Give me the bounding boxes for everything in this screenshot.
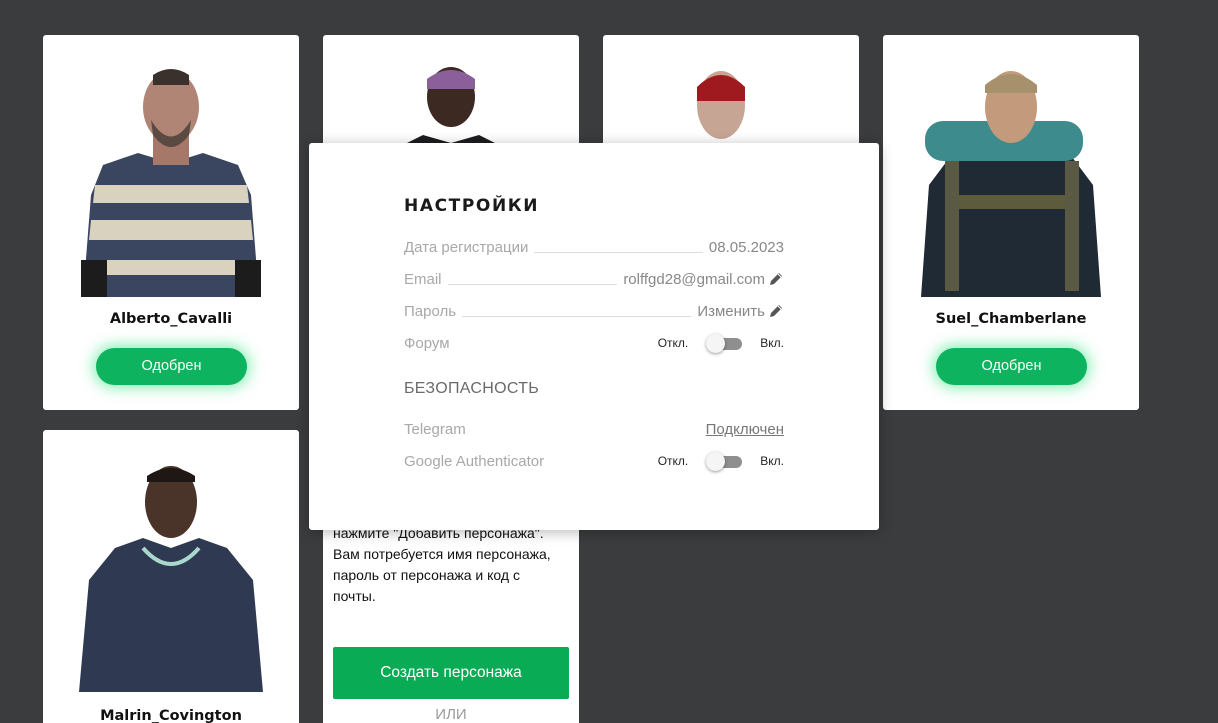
password-label: Пароль (404, 302, 457, 320)
registration-date-value: 08.05.2023 (708, 238, 784, 256)
character-name: Alberto_Cavalli (109, 311, 233, 327)
forum-label: Форум (404, 334, 450, 352)
registration-date-row: Дата регистрации 08.05.2023 (404, 236, 784, 258)
character-portrait (81, 69, 261, 297)
edit-pencil-icon[interactable] (768, 303, 784, 319)
edit-pencil-icon[interactable] (768, 271, 784, 287)
forum-row: Форум Откл. Вкл. (404, 332, 784, 354)
email-label: Email (404, 270, 442, 288)
google-auth-toggle[interactable] (706, 452, 743, 471)
character-card[interactable]: Suel_Chamberlane Одобрен (883, 35, 1139, 410)
registration-date-label: Дата регистрации (404, 238, 529, 256)
change-password-link[interactable]: Изменить (697, 303, 765, 320)
google-auth-row: Google Authenticator Откл. Вкл. (404, 450, 784, 472)
settings-modal: НАСТРОЙКИ Дата регистрации 08.05.2023 Em… (309, 143, 879, 530)
create-character-button[interactable]: Создать персонажа (333, 647, 569, 699)
password-row: Пароль Изменить (404, 300, 784, 322)
settings-title: НАСТРОЙКИ (404, 196, 540, 216)
toggle-on-label: Вкл. (760, 454, 784, 468)
approved-button[interactable]: Одобрен (936, 348, 1087, 385)
toggle-off-label: Откл. (657, 336, 689, 350)
character-card[interactable]: Alberto_Cavalli Одобрен (43, 35, 299, 410)
create-instructions: нажмите "Добавить персонажа". Вам потреб… (333, 525, 551, 604)
email-row: Email rolffgd28@gmail.com (404, 268, 784, 290)
dotted-separator (447, 273, 618, 285)
telegram-label: Telegram (404, 420, 466, 438)
forum-toggle-group: Откл. Вкл. (657, 334, 784, 353)
toggle-on-label: Вкл. (760, 336, 784, 350)
character-portrait (921, 71, 1101, 297)
email-value: rolffgd28@gmail.com (623, 270, 765, 288)
approved-button[interactable]: Одобрен (96, 348, 247, 385)
telegram-connected-link[interactable]: Подключен (706, 421, 784, 438)
character-portrait (79, 466, 263, 692)
dotted-separator (462, 305, 692, 317)
google-auth-label: Google Authenticator (404, 452, 545, 470)
google-auth-toggle-group: Откл. Вкл. (657, 452, 784, 471)
security-title: БЕЗОПАСНОСТЬ (404, 380, 540, 397)
forum-toggle[interactable] (706, 334, 743, 353)
toggle-off-label: Откл. (657, 454, 689, 468)
character-name: Malrin_Covington (100, 708, 242, 723)
dotted-separator (534, 241, 703, 253)
character-card[interactable]: Malrin_Covington (43, 430, 299, 723)
telegram-row: Telegram Подключен (404, 418, 784, 440)
or-divider-text: ИЛИ (435, 706, 467, 723)
character-name: Suel_Chamberlane (935, 311, 1087, 327)
